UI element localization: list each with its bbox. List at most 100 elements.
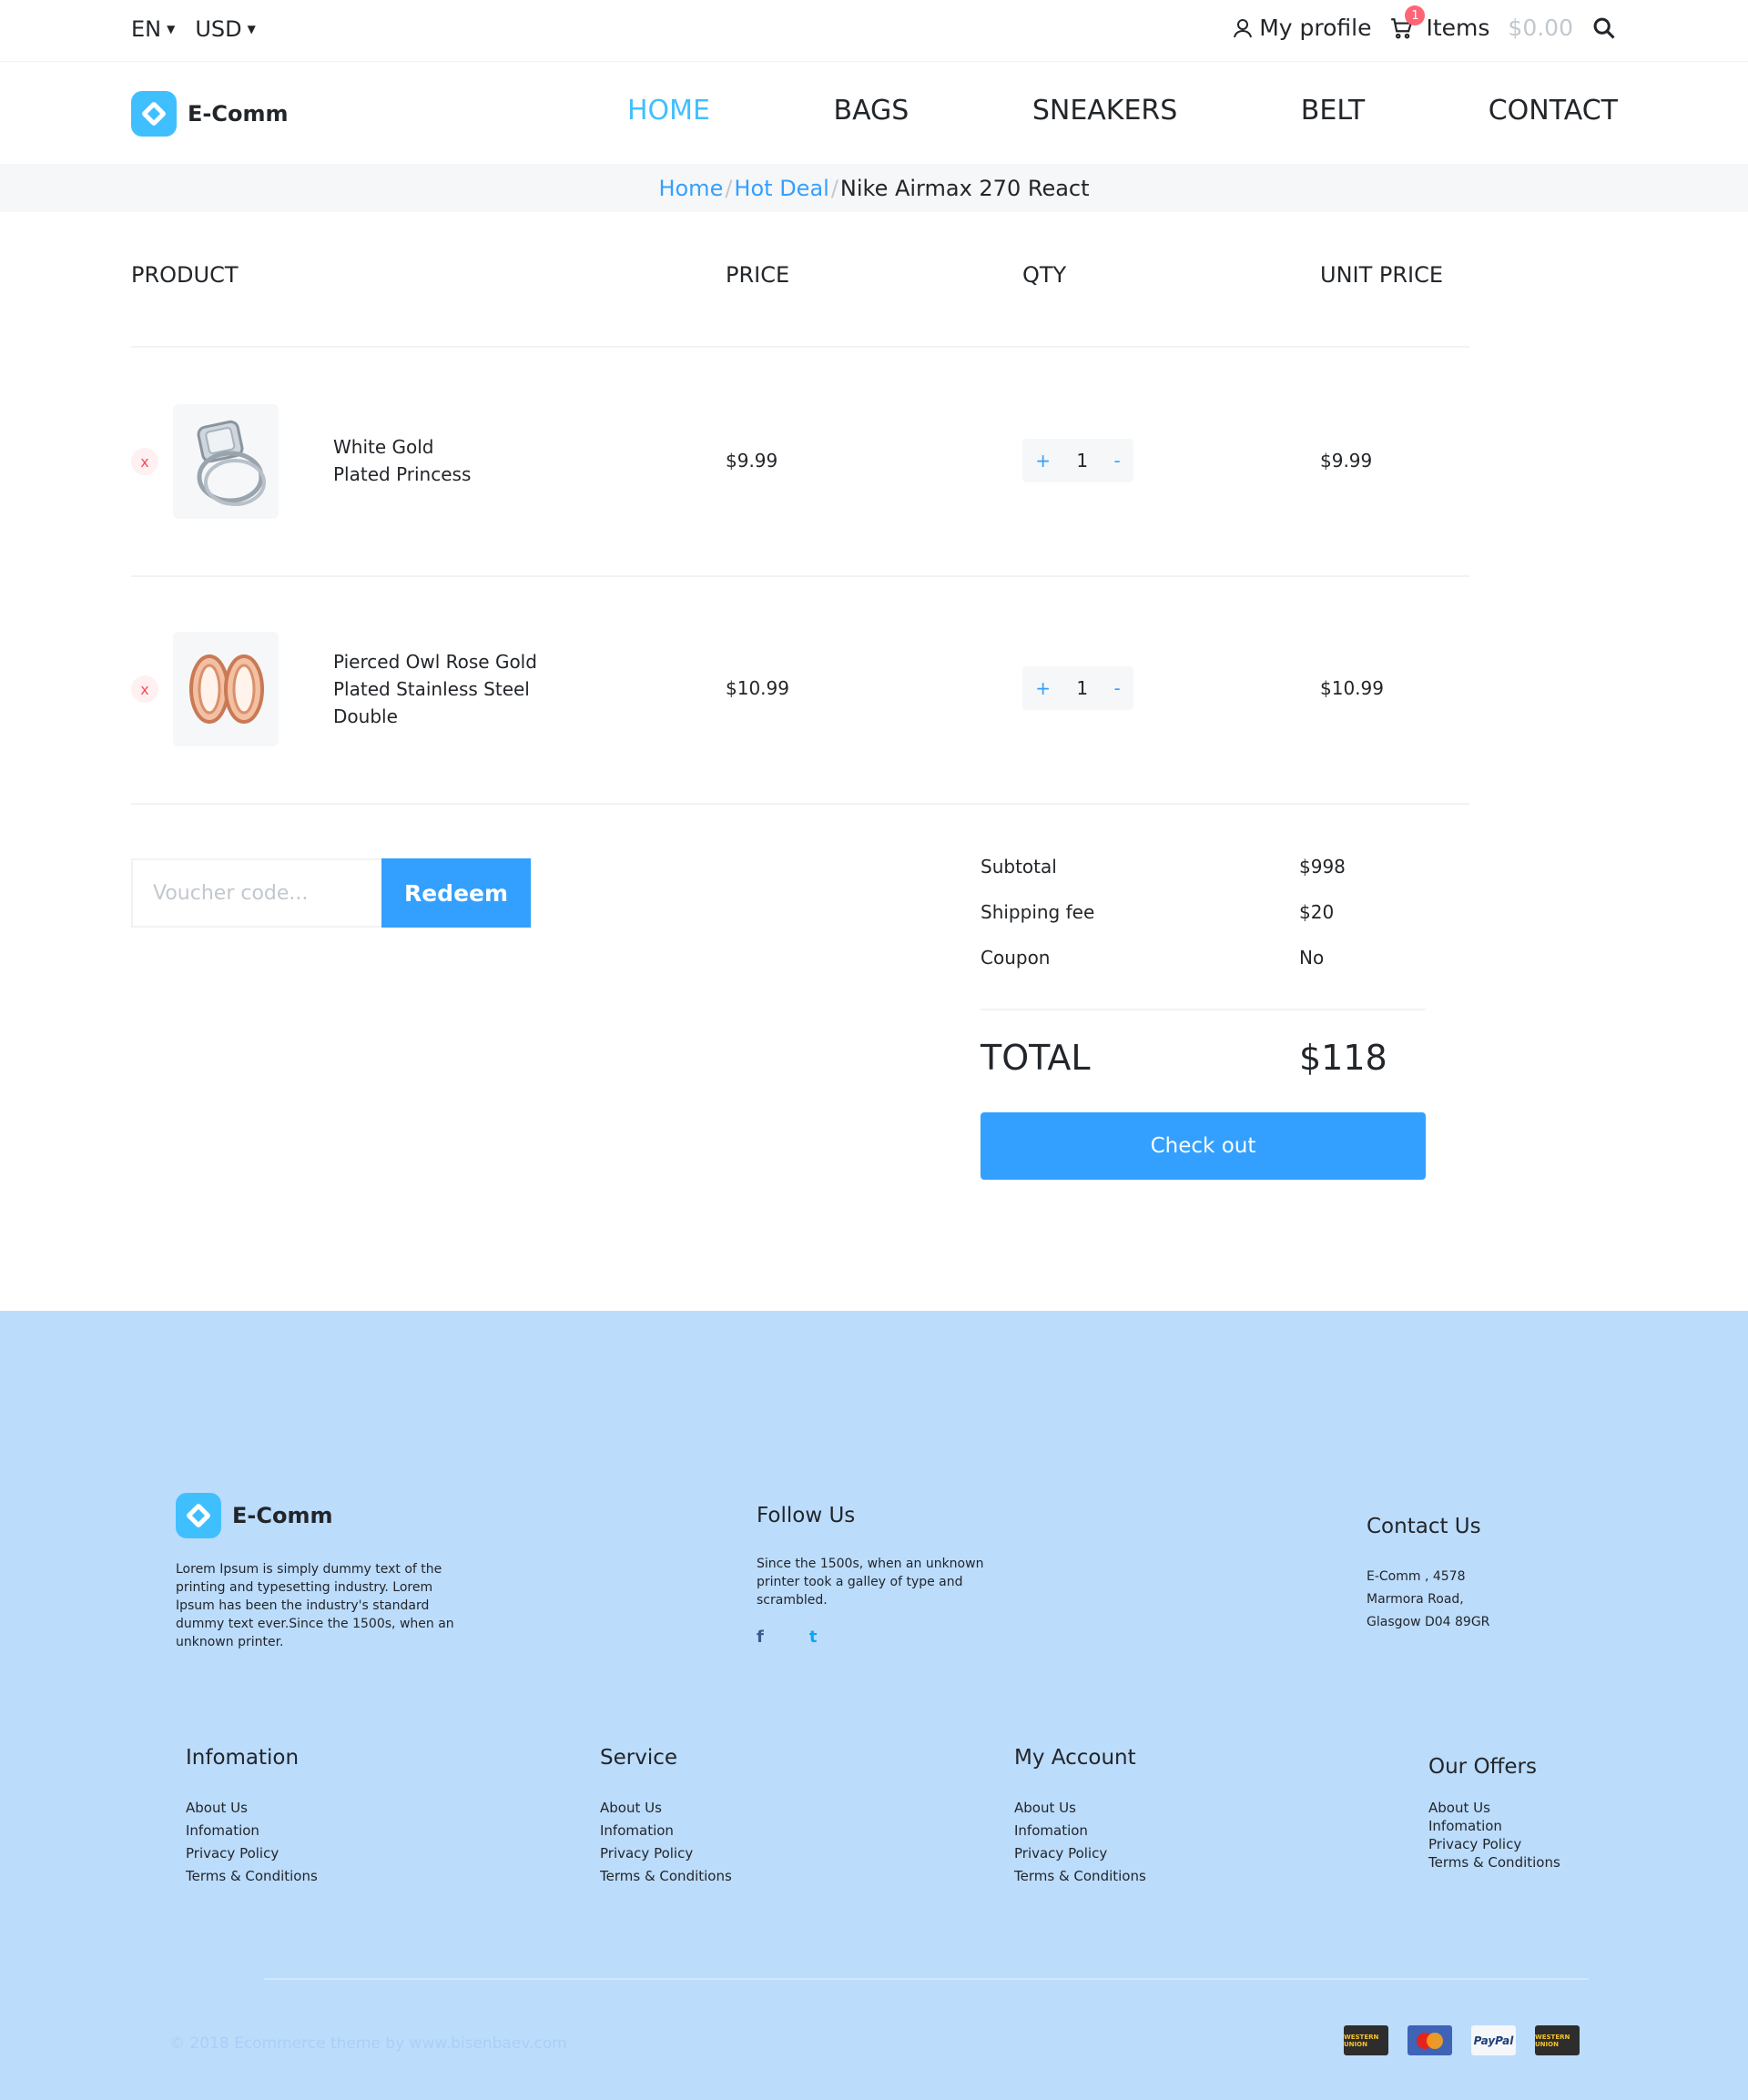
qty-value: 1 [1076, 450, 1089, 472]
payment-methods: WESTERN UNION PayPal WESTERN UNION [1344, 2025, 1580, 2055]
footer-link[interactable]: About Us [1428, 1799, 1560, 1817]
footer-link[interactable]: Terms & Conditions [1428, 1853, 1560, 1872]
footer-link[interactable]: Infomation [186, 1820, 318, 1842]
main-navbar: E-Comm HOME BAGS SNEAKERS BELT CONTACT [0, 62, 1748, 164]
paypal-icon: PayPal [1471, 2025, 1516, 2055]
quantity-stepper: + 1 - [1022, 666, 1133, 710]
facebook-icon[interactable]: f [757, 1628, 764, 1647]
footer-link[interactable]: Terms & Conditions [1014, 1865, 1146, 1888]
cart-count-badge: 1 [1405, 5, 1426, 25]
quantity-stepper: + 1 - [1022, 439, 1133, 482]
brand-name: E-Comm [188, 101, 289, 127]
header-unit-price: UNIT PRICE [1320, 262, 1444, 288]
breadcrumb-current: Nike Airmax 270 React [839, 175, 1090, 201]
header-product: PRODUCT [131, 262, 239, 288]
currency-dropdown[interactable]: USD ▼ [195, 16, 256, 42]
breadcrumb-hot-deal[interactable]: Hot Deal [734, 176, 828, 201]
decrease-qty-button[interactable]: - [1114, 677, 1121, 699]
footer-column-title: My Account [1014, 1746, 1136, 1770]
shipping-row: Shipping fee $20 [981, 901, 1426, 947]
nav-item-contact[interactable]: CONTACT [1489, 95, 1618, 127]
order-summary: Subtotal $998 Shipping fee $20 Coupon No… [981, 856, 1426, 1180]
header-qty: QTY [1022, 262, 1067, 288]
footer-link[interactable]: About Us [1014, 1797, 1146, 1820]
subtotal-value: $998 [1299, 856, 1346, 878]
product-name-line: Double [333, 705, 398, 727]
profile-link[interactable]: My profile [1232, 15, 1371, 41]
redeem-button[interactable]: Redeem [381, 858, 531, 928]
footer-link[interactable]: About Us [186, 1797, 318, 1820]
footer-column-service: Service About Us Infomation Privacy Poli… [600, 1746, 732, 1888]
footer-link[interactable]: Terms & Conditions [186, 1865, 318, 1888]
contact-line: E-Comm , 4578 [1367, 1569, 1466, 1584]
footer-link[interactable]: Infomation [1014, 1820, 1146, 1842]
decrease-qty-button[interactable]: - [1114, 450, 1121, 472]
footer-column-title: Infomation [186, 1746, 300, 1770]
nav-item-sneakers[interactable]: SNEAKERS [1032, 95, 1177, 127]
footer-link[interactable]: Privacy Policy [600, 1842, 732, 1865]
product-name-line: Plated Stainless Steel [333, 678, 530, 700]
footer-about-text: Lorem Ipsum is simply dummy text of the … [176, 1562, 454, 1649]
contact-line: Glasgow D04 89GR [1367, 1615, 1490, 1629]
search-icon[interactable] [1591, 15, 1617, 41]
account-area: My profile 1 Items $0.00 [1232, 5, 1617, 41]
footer-column-information: Infomation About Us Infomation Privacy P… [186, 1746, 318, 1888]
coupon-label: Coupon [981, 947, 1051, 969]
western-union-icon: WESTERN UNION [1344, 2025, 1388, 2055]
cart-items-label: Items [1426, 15, 1490, 41]
footer-link[interactable]: Infomation [600, 1820, 732, 1842]
footer-link[interactable]: Infomation [1428, 1817, 1560, 1835]
shipping-value: $20 [1299, 901, 1335, 923]
remove-item-button[interactable]: x [131, 448, 158, 475]
breadcrumb-separator: / [830, 175, 838, 201]
profile-label: My profile [1259, 15, 1372, 41]
total-row: TOTAL $118 [981, 1010, 1426, 1112]
footer-link[interactable]: Privacy Policy [186, 1842, 318, 1865]
main-menu: HOME BAGS SNEAKERS BELT CONTACT [627, 95, 1618, 127]
product-name-line: Plated Princess [333, 463, 472, 485]
breadcrumb-home[interactable]: Home [658, 176, 723, 201]
follow-us-title: Follow Us [757, 1504, 856, 1527]
cart-row: x Pierced Owl Rose Gold Plated Stainless… [131, 577, 1469, 805]
twitter-icon[interactable]: t [809, 1628, 818, 1647]
footer-divider [264, 1978, 1589, 1980]
increase-qty-button[interactable]: + [1035, 450, 1051, 472]
cart-row: x White Gold Plated Princess $9.99 + 1 -… [131, 350, 1469, 577]
nav-item-home[interactable]: HOME [627, 95, 710, 127]
language-dropdown[interactable]: EN ▼ [131, 16, 175, 42]
follow-us-text: Since the 1500s, when an unknown printer… [757, 1557, 984, 1608]
nav-item-belt[interactable]: BELT [1301, 95, 1365, 127]
footer-link[interactable]: Privacy Policy [1014, 1842, 1146, 1865]
subtotal-row: Subtotal $998 [981, 856, 1426, 901]
breadcrumb: Home / Hot Deal / Nike Airmax 270 React [0, 164, 1748, 212]
coupon-row: Coupon No [981, 947, 1426, 992]
footer-logo[interactable]: E-Comm [176, 1493, 332, 1538]
remove-item-button[interactable]: x [131, 675, 158, 703]
western-union-icon: WESTERN UNION [1535, 2025, 1580, 2055]
nav-item-bags[interactable]: BAGS [833, 95, 909, 127]
increase-qty-button[interactable]: + [1035, 677, 1051, 699]
qty-value: 1 [1076, 677, 1089, 699]
voucher-input[interactable] [131, 858, 381, 928]
cart-table-header: PRODUCT PRICE QTY UNIT PRICE [131, 260, 1469, 348]
subtotal-label: Subtotal [981, 856, 1057, 878]
unit-price: $10.99 [1320, 677, 1384, 699]
checkout-button[interactable]: Check out [981, 1112, 1426, 1180]
breadcrumb-separator: / [725, 175, 733, 201]
language-value: EN [131, 16, 162, 42]
footer-column-title: Service [600, 1746, 678, 1770]
footer: E-Comm Lorem Ipsum is simply dummy text … [0, 1311, 1748, 2100]
brand-logo[interactable]: E-Comm [131, 91, 288, 137]
caret-down-icon: ▼ [247, 23, 256, 36]
cart-button[interactable]: 1 Items [1389, 5, 1490, 41]
footer-link[interactable]: Privacy Policy [1428, 1835, 1560, 1853]
footer-column-our-offers: Our Offers About Us Infomation Privacy P… [1428, 1755, 1560, 1872]
footer-link[interactable]: About Us [600, 1797, 732, 1820]
user-icon [1234, 18, 1253, 37]
contact-line: Marmora Road, [1367, 1592, 1464, 1607]
product-name[interactable]: White Gold Plated Princess [333, 433, 570, 488]
tunnel-earrings-icon [173, 632, 279, 746]
footer-link[interactable]: Terms & Conditions [600, 1865, 732, 1888]
product-name[interactable]: Pierced Owl Rose Gold Plated Stainless S… [333, 648, 570, 730]
caret-down-icon: ▼ [167, 23, 176, 36]
